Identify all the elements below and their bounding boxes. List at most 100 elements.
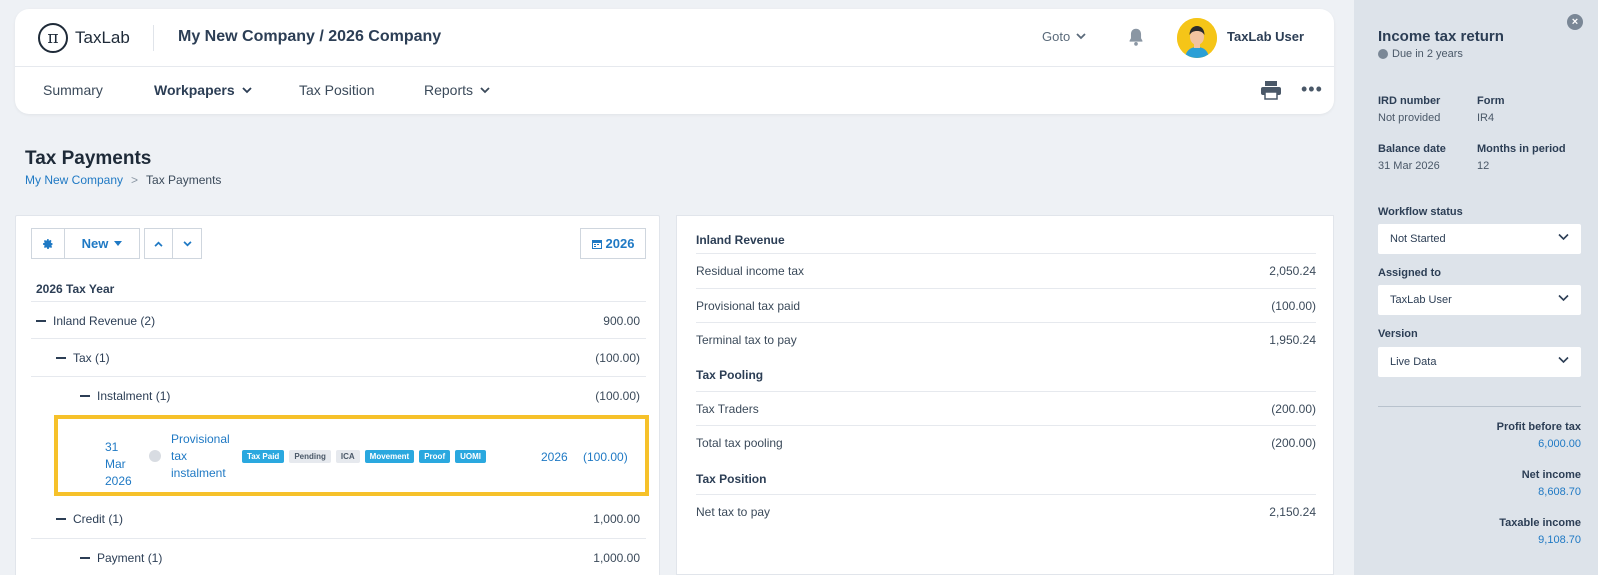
workflow-status-select[interactable]: Not Started [1378,224,1581,254]
form-label: Form [1477,95,1505,107]
sidebar-divider [1378,406,1581,407]
close-icon[interactable]: × [1567,14,1583,30]
tab-reports[interactable]: Reports [424,82,490,98]
tree-row-instalment[interactable]: Instalment (1) (100.00) [31,376,646,414]
row-amount: 900.00 [603,313,640,328]
printer-icon[interactable] [1260,80,1282,100]
tab-tax-position[interactable]: Tax Position [299,82,374,98]
chevron-up-icon [154,241,163,247]
due-text: Due in 2 years [1392,48,1463,60]
version-label: Version [1378,328,1418,340]
section-heading-tax-position: Tax Position [696,472,767,486]
header-divider [153,25,154,51]
summary-row: Tax Traders (200.00) [696,391,1316,426]
row-amount: 1,000.00 [593,512,640,526]
row-text: Tax (1) [73,350,110,365]
tree-row-inland-revenue[interactable]: Inland Revenue (2) 900.00 [31,301,646,339]
select-value: Not Started [1390,233,1446,245]
row-amount: (100.00) [595,350,640,365]
caret-down-icon [114,241,123,246]
collapse-icon[interactable] [80,394,90,397]
gear-icon [43,238,53,249]
tax-year-heading: 2026 Tax Year [36,282,115,296]
tag-movement: Movement [364,450,415,463]
tree-row-payment[interactable]: Payment (1) 1,000.00 [31,538,646,575]
profit-before-tax-label: Profit before tax [1496,421,1581,433]
breadcrumb-current: Tax Payments [146,173,222,187]
status-dot [149,450,161,462]
tree-row-label: Instalment (1) [31,389,170,403]
summary-value: (200.00) [1271,436,1316,450]
taxable-income-value[interactable]: 9,108.70 [1538,534,1581,546]
summary-row: Provisional tax paid (100.00) [696,288,1316,323]
net-income-label: Net income [1521,469,1581,481]
settings-button[interactable] [31,228,65,259]
username[interactable]: TaxLab User [1227,29,1304,44]
tab-summary[interactable]: Summary [43,82,103,98]
version-select[interactable]: Live Data [1378,347,1581,377]
tag-uomi: UOMI [455,450,486,463]
payment-name-link[interactable]: Provisional tax instalment [171,431,241,482]
payment-name-line: Provisional [171,432,230,446]
ird-number-value: Not provided [1378,112,1441,124]
bell-icon[interactable] [1125,26,1147,48]
chevron-down-icon [1076,33,1086,40]
payment-tags: Tax Paid Pending ICA Movement Proof UOMI [242,450,486,463]
summary-value: 2,050.24 [1269,264,1316,278]
section-heading-inland-revenue: Inland Revenue [696,233,785,247]
app-header: π TaxLab My New Company / 2026 Company G… [15,9,1334,114]
tab-workpapers[interactable]: Workpapers [154,82,252,98]
tree-row-tax[interactable]: Tax (1) (100.00) [31,338,646,376]
row-amount: 1,000.00 [593,550,640,565]
row-text: Credit (1) [73,512,124,526]
assigned-to-select[interactable]: TaxLab User [1378,285,1581,315]
summary-label: Terminal tax to pay [696,333,797,347]
summary-value: 2,150.24 [1269,505,1316,519]
pi-logo-icon: π [38,23,68,53]
tree-row-label: Inland Revenue (2) [31,314,155,328]
payment-amount: (100.00) [583,450,628,464]
return-details-sidebar: × Income tax return Due in 2 years IRD n… [1354,0,1598,575]
collapse-icon[interactable] [36,319,46,322]
payment-date-day: 31 [105,440,119,454]
summary-row: Net tax to pay 2,150.24 [696,494,1316,529]
summary-label: Total tax pooling [696,436,783,450]
tree-row-credit[interactable]: Credit (1) 1,000.00 [31,500,646,538]
breadcrumb-root-link[interactable]: My New Company [25,173,123,187]
goto-dropdown[interactable]: Goto [1042,29,1086,44]
new-button[interactable]: New [65,228,140,259]
summary-value: (100.00) [1271,299,1316,313]
net-income-value[interactable]: 8,608.70 [1538,486,1581,498]
summary-row: Total tax pooling (200.00) [696,425,1316,460]
move-down-button[interactable] [173,228,202,259]
tag-tax-paid: Tax Paid [242,450,285,463]
payment-date-year: 2026 [105,474,132,488]
balance-date-label: Balance date [1378,143,1446,155]
user-avatar-icon [1177,18,1217,58]
collapse-icon[interactable] [56,518,66,520]
summary-label: Residual income tax [696,264,805,278]
tree-row-label: Credit (1) [31,512,123,526]
company-title[interactable]: My New Company / 2026 Company [178,28,441,46]
chevron-down-icon [182,240,192,246]
select-value: TaxLab User [1390,294,1452,306]
selected-payment-row[interactable]: 31 Mar 2026 Provisional tax instalment T… [54,415,649,496]
tag-ica: ICA [335,450,360,463]
more-options-icon[interactable]: ••• [1301,79,1323,100]
year-label: 2026 [605,236,635,251]
move-up-button[interactable] [144,228,173,259]
avatar[interactable] [1177,18,1217,58]
tag-pending: Pending [289,450,331,463]
collapse-icon[interactable] [80,556,90,559]
row-amount: (100.00) [595,388,640,403]
form-value: IR4 [1477,112,1495,124]
tab-label: Summary [43,82,103,98]
select-value: Live Data [1390,356,1437,368]
year-select-button[interactable]: 2026 [580,228,646,259]
taxlab-logo[interactable]: π TaxLab [38,23,130,53]
collapse-icon[interactable] [56,356,66,359]
summary-row: Residual income tax 2,050.24 [696,253,1316,288]
tree-row-label: Payment (1) [31,551,162,565]
profit-before-tax-value[interactable]: 6,000.00 [1538,438,1581,450]
row-text: Payment (1) [97,550,163,565]
